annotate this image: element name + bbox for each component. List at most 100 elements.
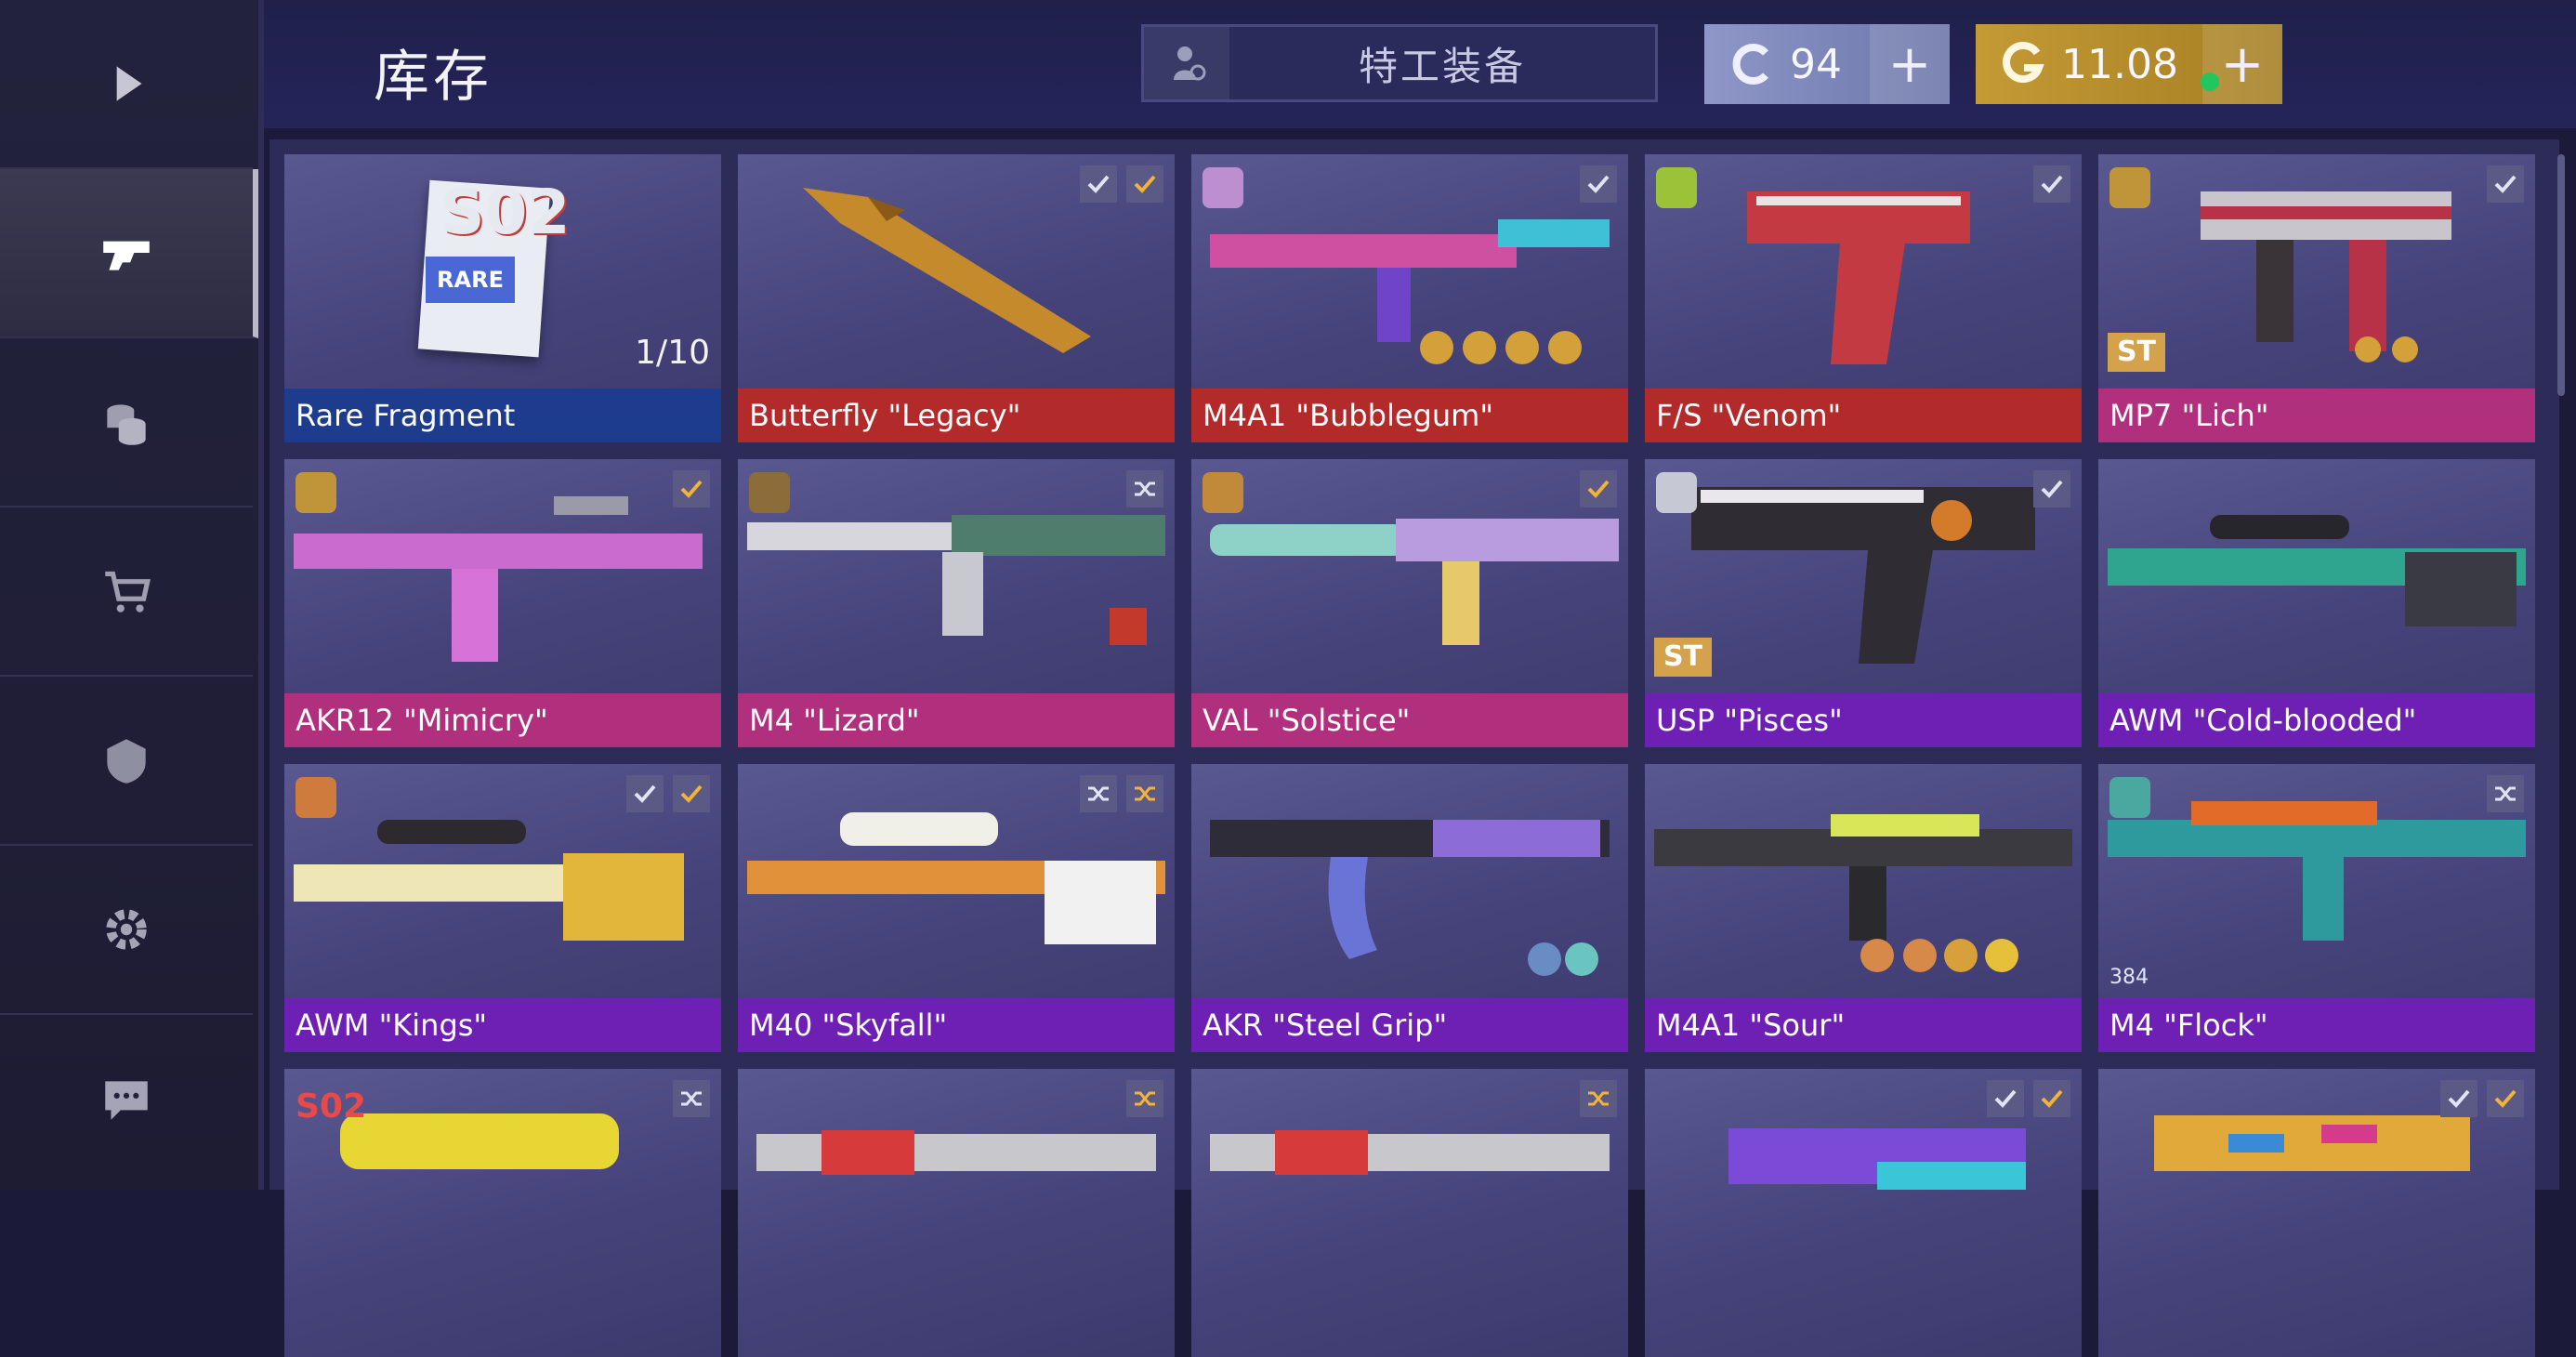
sidebar-item-currency[interactable] xyxy=(0,338,253,507)
sticker-icon xyxy=(1203,167,1243,208)
item-name: AKR12 "Mimicry" xyxy=(284,693,721,747)
inventory-item-card[interactable]: VAL "Solstice" xyxy=(1191,459,1628,747)
silver-currency: 94 + xyxy=(1704,24,1950,104)
gold-balance: 11.08 xyxy=(2061,40,2178,88)
check-gold-icon[interactable] xyxy=(673,775,710,812)
inventory-item-card[interactable]: S02 xyxy=(284,1069,721,1357)
gear-icon xyxy=(106,909,147,950)
check-gold-icon[interactable] xyxy=(2487,1080,2524,1117)
item-badges xyxy=(1987,1080,2070,1117)
sidebar-item-chat[interactable] xyxy=(0,1015,253,1182)
inventory-item-card[interactable]: AWM "Cold-blooded" xyxy=(2098,459,2535,747)
stattrack-badge: ST xyxy=(2108,333,2165,372)
check-gold-icon[interactable] xyxy=(2033,1080,2070,1117)
inventory-item-card[interactable] xyxy=(1191,1069,1628,1357)
coins-icon xyxy=(107,404,146,445)
sticker-icon xyxy=(296,777,336,818)
item-badges xyxy=(2440,1080,2524,1117)
check-icon[interactable] xyxy=(2487,165,2524,203)
inventory-item-card[interactable]: M4A1 "Bubblegum" xyxy=(1191,154,1628,442)
sidebar-item-play[interactable] xyxy=(0,0,253,169)
check-icon[interactable] xyxy=(2033,165,2070,203)
check-icon[interactable] xyxy=(2440,1080,2477,1117)
sticker-icon xyxy=(1203,472,1243,513)
sidebar-item-market[interactable] xyxy=(0,507,253,677)
check-icon[interactable] xyxy=(1987,1080,2024,1117)
inventory-item-card[interactable]: S02 RARE 1/10 Rare Fragment xyxy=(284,154,721,442)
sidebar-item-inventory[interactable] xyxy=(0,169,258,338)
item-badges xyxy=(673,470,710,507)
stattrack-badge: ST xyxy=(1654,638,1712,677)
shuffle-icon[interactable] xyxy=(1126,470,1163,507)
shuffle-gold-icon[interactable] xyxy=(1126,775,1163,812)
sticker-icon xyxy=(2109,167,2150,208)
add-silver-button[interactable]: + xyxy=(1870,24,1950,104)
sticker-icon xyxy=(1656,472,1697,513)
check-icon[interactable] xyxy=(2033,470,2070,507)
sticker-icon xyxy=(2109,777,2150,818)
inventory-item-card[interactable]: M40 "Skyfall" xyxy=(738,764,1175,1052)
inventory-item-card[interactable]: ST MP7 "Lich" xyxy=(2098,154,2535,442)
item-badges xyxy=(2033,470,2070,507)
inventory-scrollbar[interactable] xyxy=(2557,154,2565,396)
item-name: Butterfly "Legacy" xyxy=(738,389,1175,442)
check-icon[interactable] xyxy=(626,775,664,812)
play-icon xyxy=(116,66,142,101)
shuffle-gold-icon[interactable] xyxy=(1126,1080,1163,1117)
shuffle-icon[interactable] xyxy=(2487,775,2524,812)
agent-icon xyxy=(1174,46,1206,81)
item-name: M4A1 "Sour" xyxy=(1645,998,2082,1052)
inventory-item-card[interactable]: 384 M4 "Flock" xyxy=(2098,764,2535,1052)
silver-balance: 94 xyxy=(1790,40,1842,88)
item-badges xyxy=(2487,165,2524,203)
shuffle-gold-icon[interactable] xyxy=(1580,1080,1617,1117)
agent-icon-wrap xyxy=(1144,27,1229,99)
inventory-item-card[interactable] xyxy=(1645,1069,2082,1357)
check-gold-icon[interactable] xyxy=(1126,165,1163,203)
rifle-art xyxy=(1654,814,2072,972)
agent-equipment-button[interactable]: 特工装备 xyxy=(1141,24,1658,102)
online-status-dot xyxy=(2201,72,2219,91)
sidebar-item-clan[interactable] xyxy=(0,677,253,846)
shuffle-icon[interactable] xyxy=(673,1080,710,1117)
check-icon[interactable] xyxy=(1080,165,1117,203)
item-badges xyxy=(2033,165,2070,203)
inventory-item-card[interactable]: AWM "Kings" xyxy=(284,764,721,1052)
inventory-item-card[interactable] xyxy=(738,1069,1175,1357)
rifle-art xyxy=(294,496,703,662)
sticker-icon xyxy=(749,472,790,513)
sidebar xyxy=(0,0,264,1190)
fragment-rarity-tag: RARE xyxy=(426,257,515,303)
item-badges xyxy=(1080,165,1163,203)
inventory-item-card[interactable]: AKR "Steel Grip" xyxy=(1191,764,1628,1052)
item-badges xyxy=(1126,470,1163,507)
item-badges xyxy=(626,775,710,812)
chat-icon xyxy=(105,1081,148,1120)
check-gold-icon[interactable] xyxy=(1580,470,1617,507)
item-name: MP7 "Lich" xyxy=(2098,389,2535,442)
rifle-art xyxy=(747,515,1165,645)
inventory-item-card[interactable]: F/S "Venom" xyxy=(1645,154,2082,442)
inventory-item-card[interactable]: M4 "Lizard" xyxy=(738,459,1175,747)
sidebar-item-settings[interactable] xyxy=(0,846,253,1015)
add-gold-button[interactable]: + xyxy=(2202,24,2282,104)
inventory-item-card[interactable] xyxy=(2098,1069,2535,1357)
check-gold-icon[interactable] xyxy=(673,470,710,507)
check-icon[interactable] xyxy=(1580,165,1617,203)
item-badges xyxy=(1580,470,1617,507)
page-title: 库存 xyxy=(374,45,493,110)
pistol-icon xyxy=(103,241,150,270)
inventory-item-card[interactable]: Butterfly "Legacy" xyxy=(738,154,1175,442)
item-name: M4A1 "Bubblegum" xyxy=(1191,389,1628,442)
fragment-season-code: S02 xyxy=(440,177,571,248)
inventory-item-card[interactable]: ST USP "Pisces" xyxy=(1645,459,2082,747)
item-name: M4 "Flock" xyxy=(2098,998,2535,1052)
item-name: USP "Pisces" xyxy=(1645,693,2082,747)
inventory-item-card[interactable]: AKR12 "Mimicry" xyxy=(284,459,721,747)
shuffle-icon[interactable] xyxy=(1080,775,1117,812)
inventory-item-card[interactable]: M4A1 "Sour" xyxy=(1645,764,2082,1052)
silver-coin-icon xyxy=(1732,44,1768,85)
sticker-icon xyxy=(1656,167,1697,208)
item-name: M40 "Skyfall" xyxy=(738,998,1175,1052)
fragment-season-code: S02 xyxy=(296,1087,367,1126)
